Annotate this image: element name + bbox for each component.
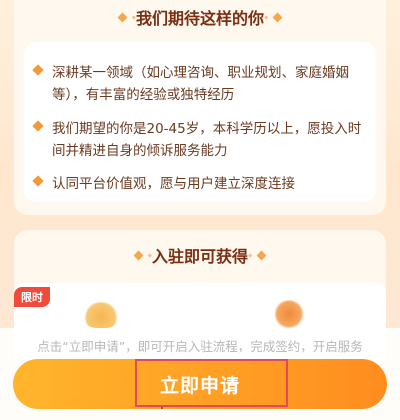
benefits-title-text: 入驻即可获得 — [151, 247, 248, 266]
diamond-decoration-icon — [117, 12, 128, 22]
requirement-text: 深耕某一领域（如心理咨询、职业规划、家庭婚姻等），有丰富的经验或独特经历 — [52, 65, 349, 103]
cursor-dot — [161, 407, 163, 409]
requirements-title: 我们期待这样的你 — [0, 2, 400, 32]
bullet-diamond-icon — [32, 64, 44, 76]
diamond-decoration-icon — [133, 250, 144, 260]
diamond-decoration-icon — [272, 12, 283, 22]
requirement-text: 我们期望的你是20-45岁，本科学历以上，愿投入时间并精进自身的倾诉服务能力 — [52, 121, 362, 159]
requirements-list: 深耕某一领域（如心理咨询、职业规划、家庭婚姻等），有丰富的经验或独特经历 我们期… — [24, 42, 376, 202]
requirements-title-text: 我们期待这样的你 — [135, 9, 264, 28]
apply-hint-text: 点击“立即申请”，即可开启入驻流程，完成签约，开启服务 — [37, 339, 363, 354]
requirement-text: 认同平台价值观，愿与用户建立深度连接 — [52, 176, 295, 192]
benefit-illustration-icon — [272, 300, 306, 328]
limited-time-badge: 限时 — [14, 287, 50, 307]
benefit-illustration-icon — [83, 302, 119, 328]
apply-now-button[interactable]: 立即申请 — [13, 359, 387, 409]
diamond-decoration-icon — [256, 250, 267, 260]
benefits-title: 入驻即可获得 — [0, 238, 400, 272]
bullet-diamond-icon — [32, 175, 44, 187]
bullet-diamond-icon — [32, 120, 44, 132]
